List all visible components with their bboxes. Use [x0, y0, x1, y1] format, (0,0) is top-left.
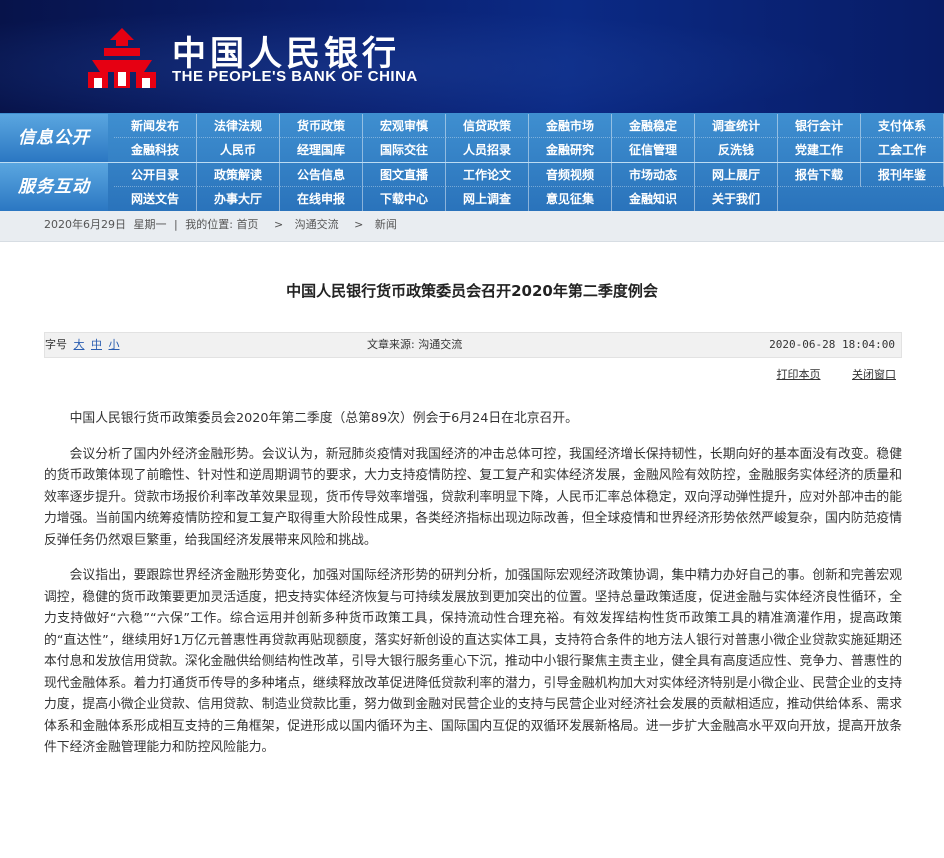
nav-item[interactable]: 网上调查: [446, 187, 529, 211]
breadcrumb-arrow: >: [354, 218, 364, 231]
nav-item[interactable]: 货币政策: [280, 114, 363, 138]
current-weekday: 星期一: [133, 218, 167, 231]
nav-item[interactable]: 法律法规: [197, 114, 280, 138]
nav-item[interactable]: 办事大厅: [197, 187, 280, 211]
nav-item[interactable]: 经理国库: [280, 138, 363, 162]
nav-item[interactable]: 市场动态: [612, 163, 695, 187]
nav-item[interactable]: 征信管理: [612, 138, 695, 162]
font-size-small-link[interactable]: 小: [109, 338, 120, 351]
font-size-label: 字号: [45, 338, 67, 351]
nav-row: 金融科技 人民币 经理国库 国际交往 人员招录 金融研究 征信管理 反洗钱 党建工作 工会工作: [114, 138, 944, 162]
article-meta-bar: 字号 大 中 小 文章来源: 沟通交流 2020-06-28 18:04:00: [44, 332, 902, 358]
article-actions: 打印本页 关闭窗口: [749, 366, 897, 382]
nav-item[interactable]: 金融知识: [612, 187, 695, 211]
nav-item[interactable]: 金融科技: [114, 138, 197, 162]
nav-item[interactable]: 音频视频: [529, 163, 612, 187]
nav-row: 网送文告 办事大厅 在线申报 下载中心 网上调查 意见征集 金融知识 关于我们: [114, 187, 944, 211]
current-date: 2020年6月29日: [44, 218, 126, 231]
nav-item[interactable]: 政策解读: [197, 163, 280, 187]
bank-name-en: THE PEOPLE'S BANK OF CHINA: [172, 68, 418, 85]
article-source: 文章来源: 沟通交流: [367, 333, 462, 357]
nav-item[interactable]: 宏观审慎: [363, 114, 446, 138]
nav-item[interactable]: 下载中心: [363, 187, 446, 211]
pboc-emblem-icon[interactable]: [86, 26, 158, 90]
breadcrumb-communication[interactable]: 沟通交流: [295, 218, 339, 231]
article-title: 中国人民银行货币政策委员会召开2020年第二季度例会: [286, 282, 658, 300]
font-size-controls: 字号 大 中 小: [45, 333, 120, 357]
nav-item[interactable]: 党建工作: [778, 138, 861, 162]
article-paragraph: 中国人民银行货币政策委员会2020年第二季度（总第89次）例会于6月24日在北京…: [69, 411, 578, 426]
nav-item[interactable]: 工作论文: [446, 163, 529, 187]
nav-item[interactable]: 金融稳定: [612, 114, 695, 138]
site-banner: 中国人民银行 THE PEOPLE'S BANK OF CHINA: [0, 0, 944, 113]
nav-item[interactable]: 网上展厅: [695, 163, 778, 187]
location-label: 我的位置:: [185, 218, 233, 231]
nav-section-title: 信息公开: [0, 114, 108, 162]
nav-item[interactable]: 人民币: [197, 138, 280, 162]
nav-item[interactable]: 调查统计: [695, 114, 778, 138]
font-size-medium-link[interactable]: 中: [91, 338, 102, 351]
nav-item[interactable]: 信贷政策: [446, 114, 529, 138]
font-size-large-link[interactable]: 大: [74, 338, 85, 351]
nav-grid: 公开目录 政策解读 公告信息 图文直播 工作论文 音频视频 市场动态 网上展厅 报告下载 报刊年鉴…: [114, 163, 944, 211]
nav-item[interactable]: 银行会计: [778, 114, 861, 138]
nav-item[interactable]: 新闻发布: [114, 114, 197, 138]
nav-item[interactable]: 国际交往: [363, 138, 446, 162]
print-page-link[interactable]: 打印本页: [777, 368, 821, 381]
breadcrumb-news[interactable]: 新闻: [375, 218, 397, 231]
nav-section-service: 服务互动 公开目录 政策解读 公告信息 图文直播 工作论文 音频视频 市场动态 网上展厅 报告下…: [0, 163, 944, 211]
source-value: 沟通交流: [418, 338, 463, 351]
nav-item[interactable]: 支付体系: [861, 114, 944, 138]
nav-item[interactable]: 报刊年鉴: [861, 163, 944, 187]
article-paragraph: 会议分析了国内外经济金融形势。会议认为，新冠肺炎疫情对我国经济的冲击总体可控，我…: [44, 446, 902, 548]
article-body: 中国人民银行货币政策委员会2020年第二季度（总第89次）例会于6月24日在北京…: [44, 408, 902, 773]
nav-item[interactable]: 意见征集: [529, 187, 612, 211]
nav-item[interactable]: 反洗钱: [695, 138, 778, 162]
nav-section-title: 服务互动: [0, 163, 108, 211]
nav-section-info: 信息公开 新闻发布 法律法规 货币政策 宏观审慎 信贷政策 金融市场 金融稳定 调查统计 银行会…: [0, 114, 944, 162]
breadcrumb-arrow: >: [273, 218, 284, 231]
nav-item[interactable]: 关于我们: [695, 187, 778, 211]
nav-grid: 新闻发布 法律法规 货币政策 宏观审慎 信贷政策 金融市场 金融稳定 调查统计 银行会计 支付体系…: [114, 114, 944, 162]
breadcrumb-home[interactable]: 首页: [236, 218, 258, 231]
nav-item[interactable]: 工会工作: [861, 138, 944, 162]
nav-item[interactable]: 报告下载: [778, 163, 861, 187]
nav-row: 公开目录 政策解读 公告信息 图文直播 工作论文 音频视频 市场动态 网上展厅 报告下载 报刊年鉴: [114, 163, 944, 187]
nav-item[interactable]: 在线申报: [280, 187, 363, 211]
breadcrumb: 2020年6月29日 星期一 | 我的位置: 首页 > 沟通交流 > 新闻: [0, 211, 944, 242]
nav-item[interactable]: 网送文告: [114, 187, 197, 211]
nav-item[interactable]: 金融研究: [529, 138, 612, 162]
nav-item[interactable]: 图文直播: [363, 163, 446, 187]
nav-item[interactable]: 金融市场: [529, 114, 612, 138]
article-paragraph: 会议指出，要跟踪世界经济金融形势变化，加强对国际经济形势的研判分析，加强国际宏观…: [44, 568, 902, 755]
source-label: 文章来源:: [367, 338, 415, 351]
nav-item[interactable]: 公开目录: [114, 163, 197, 187]
main-nav: 信息公开 新闻发布 法律法规 货币政策 宏观审慎 信贷政策 金融市场 金融稳定 调查统计 银行会…: [0, 113, 944, 211]
breadcrumb-separator: |: [174, 218, 178, 231]
close-window-link[interactable]: 关闭窗口: [852, 368, 896, 381]
nav-item[interactable]: 公告信息: [280, 163, 363, 187]
article-datetime: 2020-06-28 18:04:00: [769, 338, 895, 351]
nav-row: 新闻发布 法律法规 货币政策 宏观审慎 信贷政策 金融市场 金融稳定 调查统计 银行会计 支付体系: [114, 114, 944, 138]
nav-item[interactable]: 人员招录: [446, 138, 529, 162]
